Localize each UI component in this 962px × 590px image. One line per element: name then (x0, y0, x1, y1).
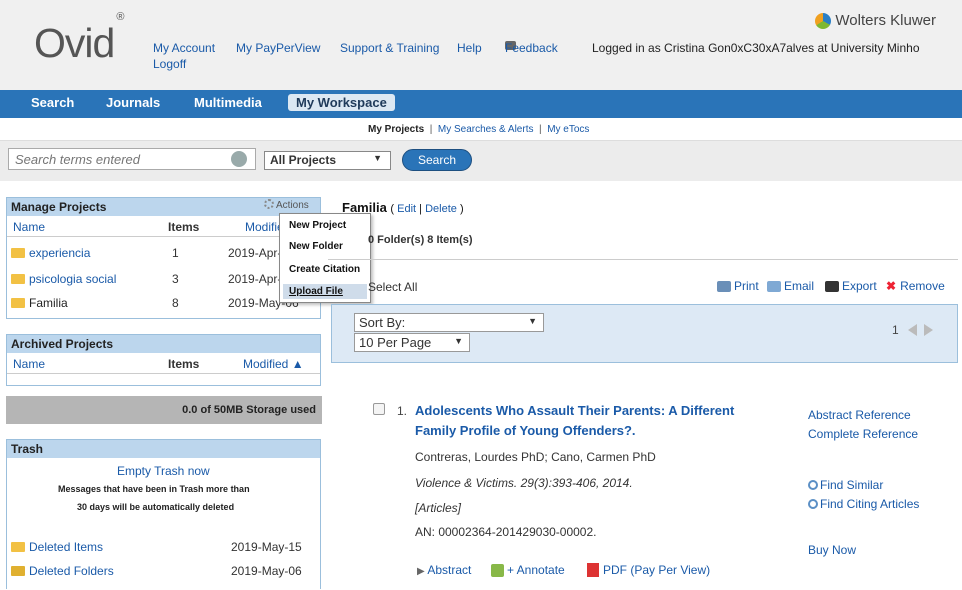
help-link[interactable]: Help (457, 41, 482, 55)
col-name[interactable]: Name (13, 220, 45, 234)
record-type: [Articles] (415, 501, 462, 515)
deleted-folders-link[interactable]: Deleted Folders (11, 564, 114, 578)
project-select[interactable]: All Projects ▼ (264, 151, 391, 170)
folder-icon (11, 248, 25, 258)
search-bar: All Projects▼ Search (0, 140, 962, 181)
trash-panel: Trash Empty Trash now Messages that have… (6, 439, 321, 589)
record-number: 1. (397, 404, 408, 418)
remove-x-icon: ✖ (886, 279, 897, 293)
menu-new-folder[interactable]: New Folder (289, 241, 343, 252)
record-source: Violence & Victims. 29(3):393-406, 2014. (415, 476, 633, 490)
expand-arrow-icon: ▶ (417, 566, 425, 577)
record-checkbox[interactable] (373, 403, 385, 415)
project-row-psicologia-social[interactable]: psicologia social (11, 272, 116, 286)
archived-col-name[interactable]: Name (13, 357, 45, 371)
magnifier-icon (808, 499, 818, 509)
pager: 1 (892, 323, 934, 337)
annotate-link[interactable]: + Annotate (491, 563, 565, 577)
record-title-link[interactable]: Adolescents Who Assault Their Parents: A… (415, 401, 770, 441)
deleted-items-link[interactable]: Deleted Items (11, 540, 103, 554)
print-button[interactable]: Print (717, 279, 759, 293)
next-page-icon[interactable] (924, 324, 934, 336)
folder-icon (11, 566, 25, 576)
actions-button[interactable]: Actions (264, 199, 309, 211)
my-searches-link[interactable]: My Searches & Alerts (438, 124, 534, 135)
export-button[interactable]: Export (825, 279, 877, 293)
sort-toolbar: Sort By: ▼ 10 Per Page ▼ (331, 304, 958, 363)
archived-projects-panel: Archived Projects Name Items Modified ▲ (6, 334, 321, 386)
record-authors: Contreras, Lourdes PhD; Cano, Carmen PhD (415, 450, 656, 464)
col-items[interactable]: Items (168, 220, 199, 234)
prev-page-icon[interactable] (908, 324, 918, 336)
menu-create-citation[interactable]: Create Citation (289, 264, 360, 275)
find-similar-link[interactable]: Find Similar (808, 478, 883, 492)
my-etocs-link[interactable]: My eTocs (547, 124, 589, 135)
folder-item-count: 0 Folder(s) 8 Item(s) (368, 234, 473, 246)
my-projects-link[interactable]: My Projects (368, 124, 424, 135)
delete-project-link[interactable]: Delete (425, 203, 457, 215)
search-button[interactable]: Search (402, 149, 472, 171)
menu-upload-file[interactable]: Upload File (283, 284, 367, 299)
project-row-familia[interactable]: Familia (11, 296, 68, 310)
wolters-kluwer-brand: Wolters Kluwer (815, 12, 936, 29)
main-nav: Search Journals Multimedia My Workspace (0, 90, 962, 118)
trash-title: Trash (7, 440, 320, 458)
archived-col-modified[interactable]: Modified ▲ (243, 357, 304, 371)
folder-icon (11, 298, 25, 308)
my-payperview-link[interactable]: My PayPerView (236, 41, 320, 55)
record-an: AN: 00002364-201429030-00002. (415, 525, 597, 539)
folder-icon (11, 274, 25, 284)
support-training-link[interactable]: Support & Training (340, 41, 439, 55)
annotate-icon (491, 564, 504, 577)
clear-search-icon[interactable] (231, 151, 247, 167)
abstract-toggle[interactable]: ▶ Abstract (417, 563, 471, 577)
nav-journals[interactable]: Journals (106, 95, 160, 110)
per-page-select[interactable]: 10 Per Page ▼ (354, 333, 470, 352)
magnifier-icon (808, 480, 818, 490)
find-citing-articles-link[interactable]: Find Citing Articles (808, 497, 919, 511)
pdf-link[interactable]: PDF (Pay Per View) (587, 563, 710, 577)
logoff-link[interactable]: Logoff (153, 57, 186, 71)
buy-now-link[interactable]: Buy Now (808, 543, 856, 557)
nav-my-workspace[interactable]: My Workspace (288, 94, 395, 111)
complete-reference-link[interactable]: Complete Reference (808, 427, 918, 441)
project-row-experiencia[interactable]: experiencia (11, 246, 90, 260)
email-button[interactable]: Email (767, 279, 814, 293)
archived-col-items[interactable]: Items (168, 357, 199, 371)
nav-multimedia[interactable]: Multimedia (194, 95, 262, 110)
gear-icon (264, 199, 274, 209)
logged-in-status: Logged in as Cristina Gon0xC30xA7alves a… (592, 41, 920, 55)
empty-trash-link[interactable]: Empty Trash now (117, 464, 210, 478)
header: Ovid® Wolters Kluwer My Account Logoff M… (0, 0, 962, 90)
folder-icon (11, 542, 25, 552)
email-icon (767, 280, 781, 292)
edit-project-link[interactable]: Edit (397, 203, 416, 215)
sort-by-select[interactable]: Sort By: ▼ (354, 313, 544, 332)
menu-new-project[interactable]: New Project (289, 220, 346, 231)
search-input[interactable] (8, 148, 256, 170)
select-all-checkbox[interactable]: Select All (368, 280, 417, 294)
storage-used-bar: 0.0 of 50MB Storage used (6, 396, 322, 424)
my-account-link[interactable]: My Account (153, 41, 215, 55)
pdf-icon (587, 563, 599, 577)
archived-projects-title: Archived Projects (7, 335, 320, 353)
ovid-logo[interactable]: Ovid® (34, 11, 124, 67)
abstract-reference-link[interactable]: Abstract Reference (808, 408, 911, 422)
actions-menu: New Project New Folder Create Citation U… (279, 213, 371, 303)
workspace-subnav: My Projects | My Searches & Alerts | My … (368, 124, 590, 135)
nav-search[interactable]: Search (31, 95, 74, 110)
wolters-kluwer-icon (815, 12, 832, 29)
export-icon (825, 280, 839, 292)
print-icon (717, 280, 731, 292)
manage-projects-panel: Manage Projects Name Items Modified expe… (6, 197, 321, 319)
project-title: Familia ( Edit | Delete ) (342, 200, 464, 215)
remove-button[interactable]: ✖ Remove (886, 279, 945, 293)
